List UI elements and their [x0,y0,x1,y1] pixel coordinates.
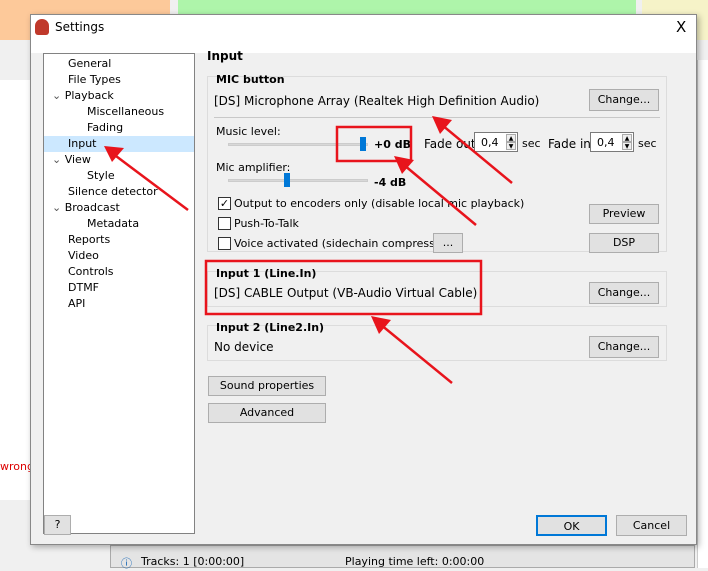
annotation-box [335,125,413,163]
annotation-overlay [104,116,513,384]
annotation-arrow [374,319,453,384]
annotation-arrow [435,119,513,184]
annotation-arrow [107,149,189,211]
annotation-box [204,259,483,316]
annotation-arrow [397,159,477,226]
